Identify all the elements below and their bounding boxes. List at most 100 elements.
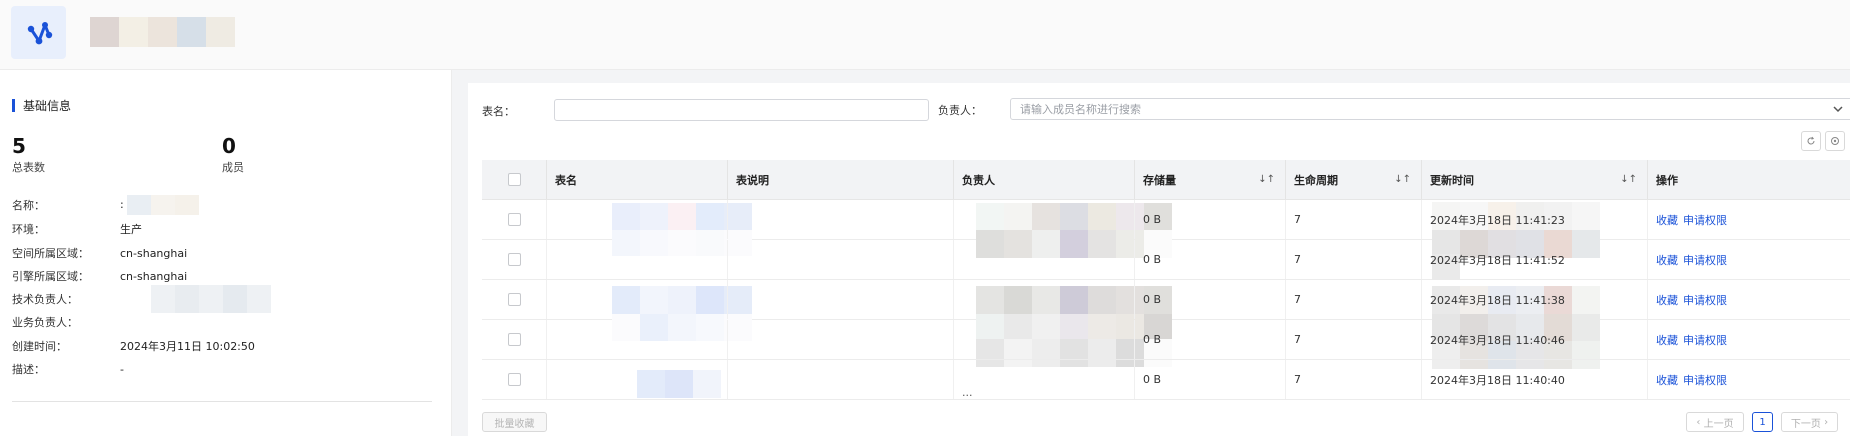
description-cell <box>727 360 953 399</box>
table-row: 0 B 7 2024年3月18日 11:41:23 收藏 申请权限 <box>482 200 1850 258</box>
stat-member-count: 0 成员 <box>222 134 244 175</box>
logo <box>11 6 66 59</box>
table-name-input[interactable] <box>554 99 929 121</box>
sort-icon[interactable]: ↓↑ <box>1620 174 1637 185</box>
favorite-link[interactable]: 收藏 <box>1656 212 1678 228</box>
info-row-business-owner: 业务负责人： <box>12 314 432 330</box>
updated-time-cell: 2024年3月18日 11:40:40 <box>1421 360 1647 399</box>
updated-time-cell: 2024年3月18日 11:41:52 <box>1421 240 1647 279</box>
row-checkbox[interactable] <box>507 213 521 226</box>
table-row: 0 B 7 2024年3月18日 11:41:52 收藏 申请权限 <box>482 240 1850 280</box>
row-select-cell <box>482 280 546 319</box>
lifecycle-cell: 7 <box>1285 240 1421 279</box>
storage-cell: 0 B <box>1134 320 1285 359</box>
table-list-panel: 表名： 负责人： 请输入成员名称进行搜索 表名 表说明 负责人 存储量 ↓↑ 生命… <box>468 83 1850 436</box>
info-value <box>120 285 432 313</box>
table-row: 0 B 7 2024年3月18日 11:41:38 收藏 申请权限 <box>482 280 1850 369</box>
batch-favorite-button[interactable]: 批量收藏 <box>482 412 547 432</box>
info-row-environment: 环境： 生产 <box>12 221 432 237</box>
tables-table: 表名 表说明 负责人 存储量 ↓↑ 生命周期 ↓↑ 更新时间 ↓↑ 操作 0 B… <box>482 160 1850 400</box>
storage-cell: 0 B <box>1134 360 1285 399</box>
actions-cell: 收藏 申请权限 <box>1647 320 1850 359</box>
header-updated-time[interactable]: 更新时间 ↓↑ <box>1421 160 1647 199</box>
info-key: 描述： <box>12 363 45 376</box>
lifecycle-cell: 7 <box>1285 280 1421 319</box>
owner-select[interactable]: 请输入成员名称进行搜索 <box>1010 98 1850 120</box>
stat-label: 成员 <box>222 161 244 174</box>
info-row-description: 描述： - <box>12 361 432 377</box>
info-value: - <box>120 362 124 376</box>
share-nodes-icon <box>27 21 52 44</box>
table-name-cell[interactable] <box>546 360 727 399</box>
favorite-link[interactable]: 收藏 <box>1656 252 1678 268</box>
table-name-cell[interactable] <box>546 280 752 341</box>
request-permission-link[interactable]: 申请权限 <box>1683 252 1727 268</box>
updated-time-cell: 2024年3月18日 11:40:46 <box>1421 320 1647 359</box>
request-permission-link[interactable]: 申请权限 <box>1683 212 1727 228</box>
header-table-name: 表名 <box>546 160 727 199</box>
info-row-name: 名称： : <box>12 195 432 215</box>
updated-time-cell: 2024年3月18日 11:41:23 <box>1421 200 1647 239</box>
info-key: 空间所属区域： <box>12 247 89 260</box>
row-checkbox[interactable] <box>507 333 521 346</box>
table-name-cell[interactable] <box>546 200 752 256</box>
sort-icon[interactable]: ↓↑ <box>1258 174 1275 185</box>
redacted-table-name <box>637 370 721 398</box>
select-all-checkbox[interactable] <box>507 173 521 186</box>
row-select-cell <box>482 320 546 359</box>
page-1-button[interactable]: 1 <box>1752 412 1773 432</box>
row-select-cell <box>482 360 546 399</box>
row-checkbox[interactable] <box>507 293 521 306</box>
settings-button[interactable] <box>1825 131 1845 151</box>
description-cell <box>727 280 1172 367</box>
header-select-cell <box>482 160 546 199</box>
stat-label: 总表数 <box>12 161 45 174</box>
storage-cell: 0 B <box>1134 200 1285 239</box>
stat-table-count: 5 总表数 <box>12 134 45 175</box>
actions-cell: 收藏 申请权限 <box>1647 200 1850 239</box>
lifecycle-cell: 7 <box>1285 360 1421 399</box>
table-row: 0 B 7 2024年3月18日 11:40:46 收藏 申请权限 <box>482 320 1850 360</box>
description-cell <box>727 240 953 279</box>
request-permission-link[interactable]: 申请权限 <box>1683 332 1727 348</box>
sort-icon[interactable]: ↓↑ <box>1394 174 1411 185</box>
storage-cell: 0 B <box>1134 280 1285 319</box>
request-permission-link[interactable]: 申请权限 <box>1683 292 1727 308</box>
favorite-link[interactable]: 收藏 <box>1656 332 1678 348</box>
row-checkbox[interactable] <box>507 253 521 266</box>
actions-cell: 收藏 申请权限 <box>1647 240 1850 279</box>
actions-cell: 收藏 申请权限 <box>1647 280 1850 319</box>
table-name-cell[interactable] <box>546 320 727 359</box>
info-key: 环境： <box>12 223 45 236</box>
favorite-link[interactable]: 收藏 <box>1656 292 1678 308</box>
table-header: 表名 表说明 负责人 存储量 ↓↑ 生命周期 ↓↑ 更新时间 ↓↑ 操作 <box>482 160 1850 200</box>
header-lifecycle[interactable]: 生命周期 ↓↑ <box>1285 160 1421 199</box>
info-key: 业务负责人： <box>12 316 78 329</box>
redacted-value <box>151 285 271 313</box>
info-value: 生产 <box>120 223 142 236</box>
table-name-label: 表名： <box>482 105 515 118</box>
table-name-cell[interactable] <box>546 240 727 279</box>
owner-overflow: ... <box>962 386 973 399</box>
info-key: 创建时间： <box>12 340 67 353</box>
refresh-icon <box>1807 136 1815 145</box>
page-header <box>0 0 1850 70</box>
description-cell <box>727 200 1172 258</box>
header-storage[interactable]: 存储量 ↓↑ <box>1134 160 1285 199</box>
owner-select-placeholder: 请输入成员名称进行搜索 <box>1020 103 1141 116</box>
owner-cell: ... <box>953 360 1134 399</box>
refresh-button[interactable] <box>1801 131 1821 151</box>
row-checkbox[interactable] <box>507 373 521 386</box>
header-actions: 操作 <box>1647 160 1850 199</box>
chevron-down-icon <box>1833 106 1843 113</box>
divider <box>12 401 432 402</box>
next-page-button[interactable]: 下一页 › <box>1781 412 1838 432</box>
row-select-cell <box>482 200 546 239</box>
header-owner: 负责人 <box>953 160 1134 199</box>
header-description: 表说明 <box>727 160 953 199</box>
prev-page-button[interactable]: ‹ 上一页 <box>1686 412 1744 432</box>
actions-cell: 收藏 申请权限 <box>1647 360 1850 399</box>
request-permission-link[interactable]: 申请权限 <box>1683 372 1727 388</box>
favorite-link[interactable]: 收藏 <box>1656 372 1678 388</box>
redacted-value <box>127 195 200 215</box>
